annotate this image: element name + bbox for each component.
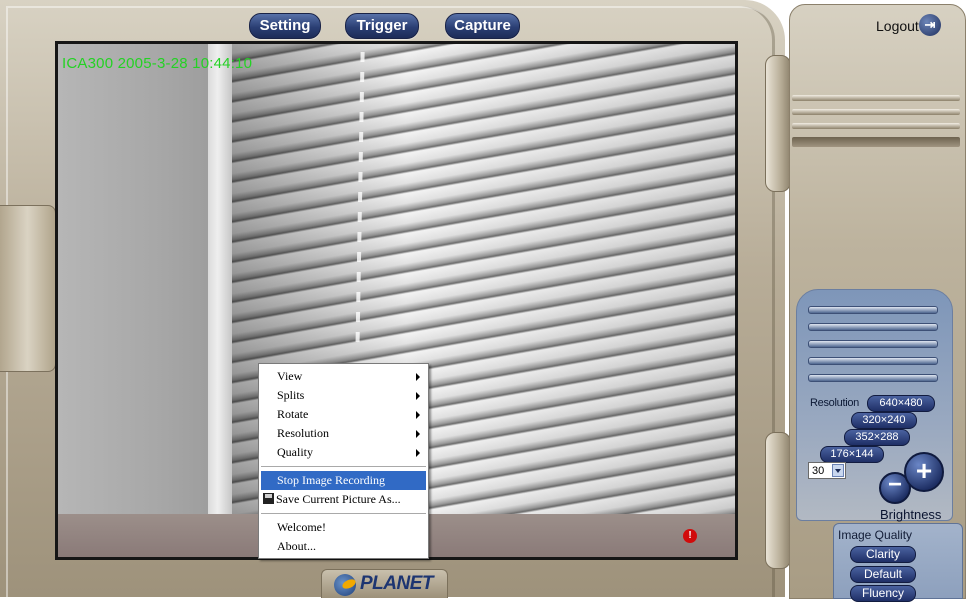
menu-item-label: Resolution xyxy=(277,426,330,440)
groove xyxy=(792,137,960,147)
menu-item-about[interactable]: About... xyxy=(259,537,428,556)
groove xyxy=(792,109,960,115)
quality-clarity-button[interactable]: Clarity xyxy=(850,546,916,563)
slot xyxy=(808,323,938,331)
groove xyxy=(792,123,960,129)
image-quality-label: Image Quality xyxy=(838,528,913,542)
menu-item-label: View xyxy=(277,369,303,383)
logout-icon[interactable]: ⇥ xyxy=(919,14,941,36)
panel-grooves xyxy=(792,95,960,167)
resolution-352x288-button[interactable]: 352×288 xyxy=(844,429,910,446)
video-wall-edge xyxy=(208,44,232,557)
submenu-arrow-icon xyxy=(416,392,420,400)
menu-item-splits[interactable]: Splits xyxy=(259,386,428,405)
capture-button[interactable]: Capture xyxy=(445,13,520,39)
context-menu: View Splits Rotate Resolution Quality St… xyxy=(258,363,429,559)
floppy-disk-icon xyxy=(263,493,274,504)
resolution-640x480-button[interactable]: 640×480 xyxy=(867,395,935,412)
slot xyxy=(808,374,938,382)
menu-item-resolution[interactable]: Resolution xyxy=(259,424,428,443)
menu-item-label: Splits xyxy=(277,388,305,402)
logout-label[interactable]: Logout xyxy=(876,18,919,34)
resolution-320x240-button[interactable]: 320×240 xyxy=(851,412,917,429)
hinge-top xyxy=(765,55,791,192)
submenu-arrow-icon xyxy=(416,373,420,381)
menu-item-save-current-picture[interactable]: Save Current Picture As... xyxy=(259,490,428,509)
fps-value: 30 xyxy=(812,465,825,477)
dropdown-arrow-icon[interactable] xyxy=(832,464,844,477)
menu-item-view[interactable]: View xyxy=(259,367,428,386)
resolution-label: Resolution xyxy=(810,397,859,409)
menu-separator xyxy=(261,466,426,467)
slot xyxy=(808,306,938,314)
menu-item-label: Rotate xyxy=(277,407,309,421)
menu-item-label: About... xyxy=(277,539,316,553)
menu-item-label: Stop Image Recording xyxy=(277,473,385,487)
groove xyxy=(792,95,960,101)
brightness-label: Brightness xyxy=(880,507,942,522)
hinge-bottom xyxy=(765,432,791,569)
brightness-increase-button[interactable]: + xyxy=(904,452,944,492)
submenu-arrow-icon xyxy=(416,411,420,419)
record-alert-icon: ! xyxy=(683,529,697,543)
menu-separator xyxy=(261,513,426,514)
video-wall xyxy=(58,44,228,557)
menu-item-label: Quality xyxy=(277,445,313,459)
menu-item-quality[interactable]: Quality xyxy=(259,443,428,462)
menu-item-welcome[interactable]: Welcome! xyxy=(259,518,428,537)
quality-fluency-button[interactable]: Fluency xyxy=(850,585,916,602)
speaker-slots xyxy=(808,306,938,391)
setting-button[interactable]: Setting xyxy=(249,13,321,39)
resolution-176x144-button[interactable]: 176×144 xyxy=(820,446,884,463)
menu-item-label: Welcome! xyxy=(277,520,327,534)
slot xyxy=(808,340,938,348)
logo-text: PLANET xyxy=(360,573,434,594)
menu-item-label: Save Current Picture As... xyxy=(276,492,401,506)
submenu-arrow-icon xyxy=(416,449,420,457)
osd-timestamp: ICA300 2005-3-28 10:44:10 xyxy=(62,55,253,72)
trigger-button[interactable]: Trigger xyxy=(345,13,419,39)
menu-item-rotate[interactable]: Rotate xyxy=(259,405,428,424)
fps-select[interactable]: 30 xyxy=(808,462,846,479)
menu-item-stop-image-recording[interactable]: Stop Image Recording xyxy=(261,471,426,490)
planet-logo: PLANET xyxy=(321,569,448,598)
slot xyxy=(808,357,938,365)
submenu-arrow-icon xyxy=(416,430,420,438)
quality-default-button[interactable]: Default xyxy=(850,566,916,583)
left-side-tab xyxy=(0,205,56,372)
